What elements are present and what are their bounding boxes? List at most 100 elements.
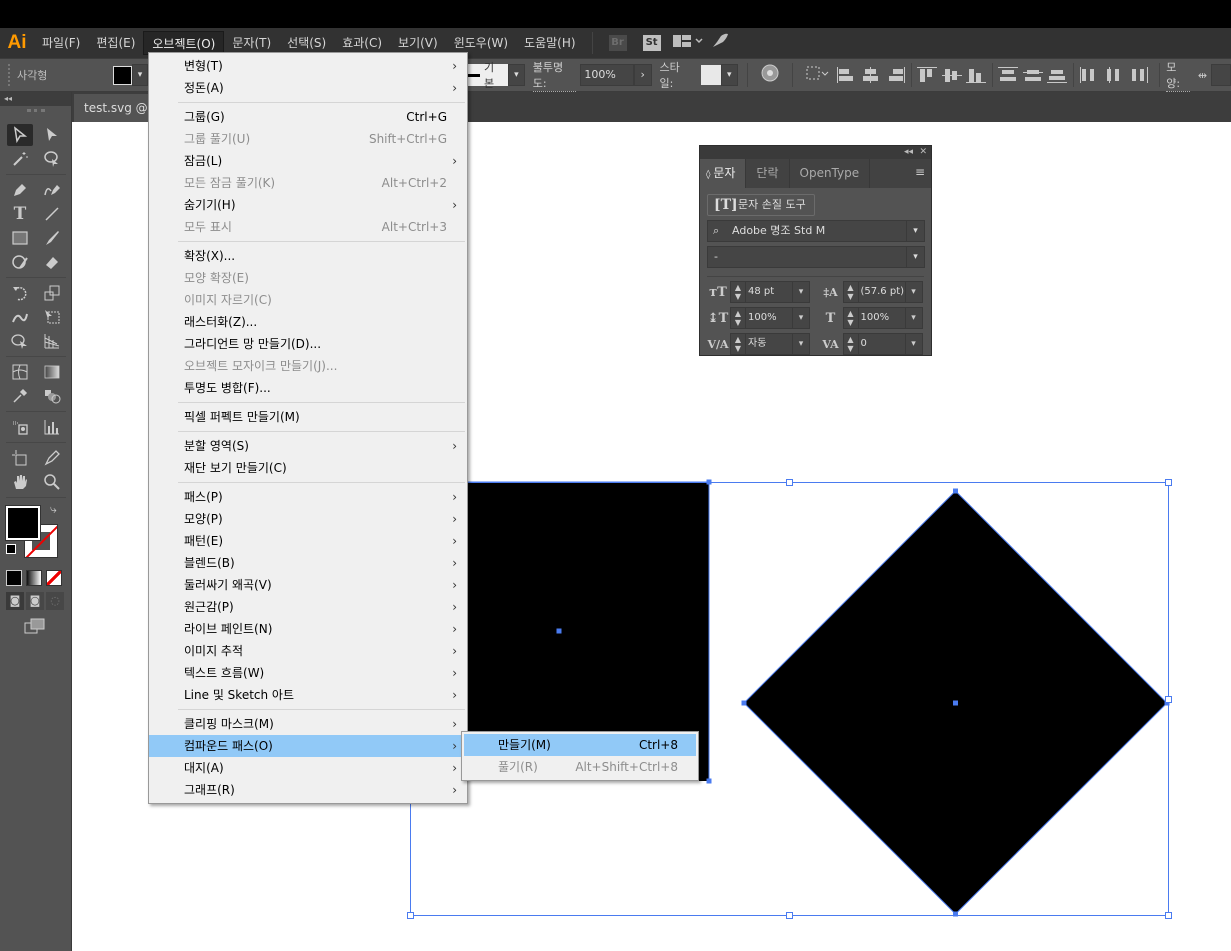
resize-handle-top[interactable] [786, 479, 793, 486]
menu-item[interactable]: 픽셀 퍼펙트 만들기(M) [149, 406, 467, 428]
none-mode-button[interactable] [46, 570, 62, 586]
menu-item[interactable]: 모양(P) › [149, 508, 467, 530]
tab-paragraph[interactable]: 단락 [746, 159, 790, 188]
menu-item[interactable]: 변형(T) › [149, 55, 467, 77]
stroke-style-dropdown[interactable]: ▾ [507, 64, 525, 86]
direct-selection-tool[interactable] [39, 124, 65, 146]
menu-item[interactable]: 둘러싸기 왜곡(V) › [149, 574, 467, 596]
tracking-input[interactable]: 0 [858, 333, 905, 355]
menu-item[interactable]: 클리핑 마스크(M) › [149, 713, 467, 735]
menu-item[interactable]: 오브젝트 모자이크 만들기(J)... [149, 355, 467, 377]
menu-item[interactable]: 잠금(L) › [149, 150, 467, 172]
distribute-top-icon[interactable] [997, 67, 1019, 83]
resize-handle-bottom-right[interactable] [1165, 912, 1172, 919]
draw-inside-button[interactable]: ◌ [46, 592, 64, 610]
resize-handle-top-right[interactable] [1165, 479, 1172, 486]
panel-menu-icon[interactable]: ≡ [915, 165, 925, 179]
vertical-scale-dropdown[interactable]: ▾ [792, 307, 810, 329]
stroke-profile-dropdown[interactable]: 기본 [462, 61, 508, 90]
menu-item[interactable]: Line 및 Sketch 아트 › [149, 684, 467, 706]
align-right-icon[interactable] [885, 67, 906, 83]
menu-item[interactable]: 패스(P) › [149, 486, 467, 508]
gradient-mode-button[interactable] [26, 570, 42, 586]
perspective-grid-tool[interactable] [39, 330, 65, 352]
workspace-layout-icon[interactable] [672, 35, 703, 51]
distribute-bottom-icon[interactable] [1047, 67, 1068, 83]
blend-tool[interactable] [39, 385, 65, 407]
menu-item[interactable]: 분할 영역(S) › [149, 435, 467, 457]
selection-tool[interactable] [7, 124, 33, 146]
style-dropdown[interactable]: ▾ [720, 64, 738, 86]
pen-tool[interactable] [7, 179, 33, 201]
font-style-select[interactable]: - ▾ [707, 246, 925, 268]
opacity-label[interactable]: 불투명도: [532, 59, 577, 92]
grip-handle[interactable] [8, 64, 11, 86]
shaper-tool[interactable] [7, 251, 33, 273]
menu-item[interactable]: 투명도 병합(F)... [149, 377, 467, 399]
shape-builder-tool[interactable] [7, 330, 33, 352]
resize-handle-right[interactable] [1165, 696, 1172, 703]
swap-fill-stroke-icon[interactable]: ⤷ [50, 502, 57, 517]
menu-item[interactable]: 라이브 페인트(N) › [149, 618, 467, 640]
menu-item[interactable]: 이미지 추적 › [149, 640, 467, 662]
fill-swatch[interactable] [112, 65, 132, 85]
artboard-tool[interactable] [7, 447, 33, 469]
menu-item[interactable]: 그래프(R) › [149, 779, 467, 801]
submenu-item[interactable]: 풀기(R) Alt+Shift+Ctrl+8 [464, 756, 696, 778]
collapse-panel-icon[interactable]: ◂◂ [904, 146, 913, 159]
menu-item[interactable]: 재단 보기 만들기(C) [149, 457, 467, 479]
resize-handle-bottom-left[interactable] [407, 912, 414, 919]
leading-dropdown[interactable]: ▾ [904, 281, 923, 303]
resize-handle-bottom[interactable] [786, 912, 793, 919]
scale-tool[interactable] [39, 282, 65, 304]
bridge-button[interactable]: Br [608, 35, 627, 51]
symbol-sprayer-tool[interactable] [7, 416, 33, 438]
line-segment-tool[interactable] [39, 203, 65, 225]
distribute-right-icon[interactable] [1129, 67, 1150, 83]
tracking-dropdown[interactable]: ▾ [904, 333, 923, 355]
mesh-tool[interactable] [7, 361, 33, 383]
close-panel-icon[interactable]: ✕ [919, 146, 927, 159]
align-horizontal-center-icon[interactable] [860, 67, 881, 83]
graphic-style-swatch[interactable] [701, 65, 721, 85]
paintbrush-tool[interactable] [39, 227, 65, 249]
zoom-tool[interactable] [39, 471, 65, 493]
kerning-dropdown[interactable]: ▾ [792, 333, 810, 355]
menu-item[interactable]: 그룹(G) Ctrl+G [149, 106, 467, 128]
width-input[interactable] [1211, 64, 1231, 86]
menu-item[interactable]: 숨기기(H) › [149, 194, 467, 216]
draw-behind-button[interactable]: ◙ [26, 592, 44, 610]
hand-tool[interactable] [7, 471, 33, 493]
shape-label[interactable]: 모양: [1166, 59, 1190, 92]
align-bottom-icon[interactable] [966, 67, 987, 83]
menu-item[interactable]: 패턴(E) › [149, 530, 467, 552]
distribute-vertical-center-icon[interactable] [1022, 67, 1044, 83]
align-left-icon[interactable] [836, 67, 857, 83]
menu-item[interactable]: 텍스트 흐름(W) › [149, 662, 467, 684]
free-transform-tool[interactable] [39, 306, 65, 328]
leading-input[interactable]: (57.6 pt) [858, 281, 905, 303]
vertical-scale-stepper[interactable]: ▲ ▼ [730, 307, 746, 329]
submenu-item[interactable]: 만들기(M) Ctrl+8 [464, 734, 696, 756]
default-fill-stroke-icon[interactable] [6, 544, 16, 554]
chevron-down-icon[interactable]: ▾ [906, 221, 924, 241]
eraser-tool[interactable] [39, 251, 65, 273]
menu-help[interactable]: 도움말(H) [516, 31, 584, 55]
draw-normal-button[interactable]: ◙ [6, 592, 24, 610]
lasso-tool[interactable] [39, 148, 65, 170]
distribute-left-icon[interactable] [1079, 67, 1100, 83]
fill-color-swatch[interactable] [5, 505, 41, 541]
touch-type-tool-button[interactable]: [T] 문자 손질 도구 [707, 194, 815, 216]
eyedropper-tool[interactable] [7, 385, 33, 407]
type-tool[interactable]: T [7, 203, 33, 225]
kerning-input[interactable]: 자동 [746, 333, 792, 355]
align-top-icon[interactable] [916, 67, 938, 83]
menu-item[interactable]: 확장(X)... [149, 245, 467, 267]
panel-grip[interactable] [26, 109, 45, 113]
leading-stepper[interactable]: ▲ ▼ [842, 281, 859, 303]
warp-tool[interactable] [7, 306, 33, 328]
align-vertical-center-icon[interactable] [941, 67, 963, 83]
menu-edit[interactable]: 편집(E) [88, 31, 143, 55]
stock-button[interactable]: St [642, 35, 661, 51]
menu-item[interactable]: 모두 표시 Alt+Ctrl+3 [149, 216, 467, 238]
